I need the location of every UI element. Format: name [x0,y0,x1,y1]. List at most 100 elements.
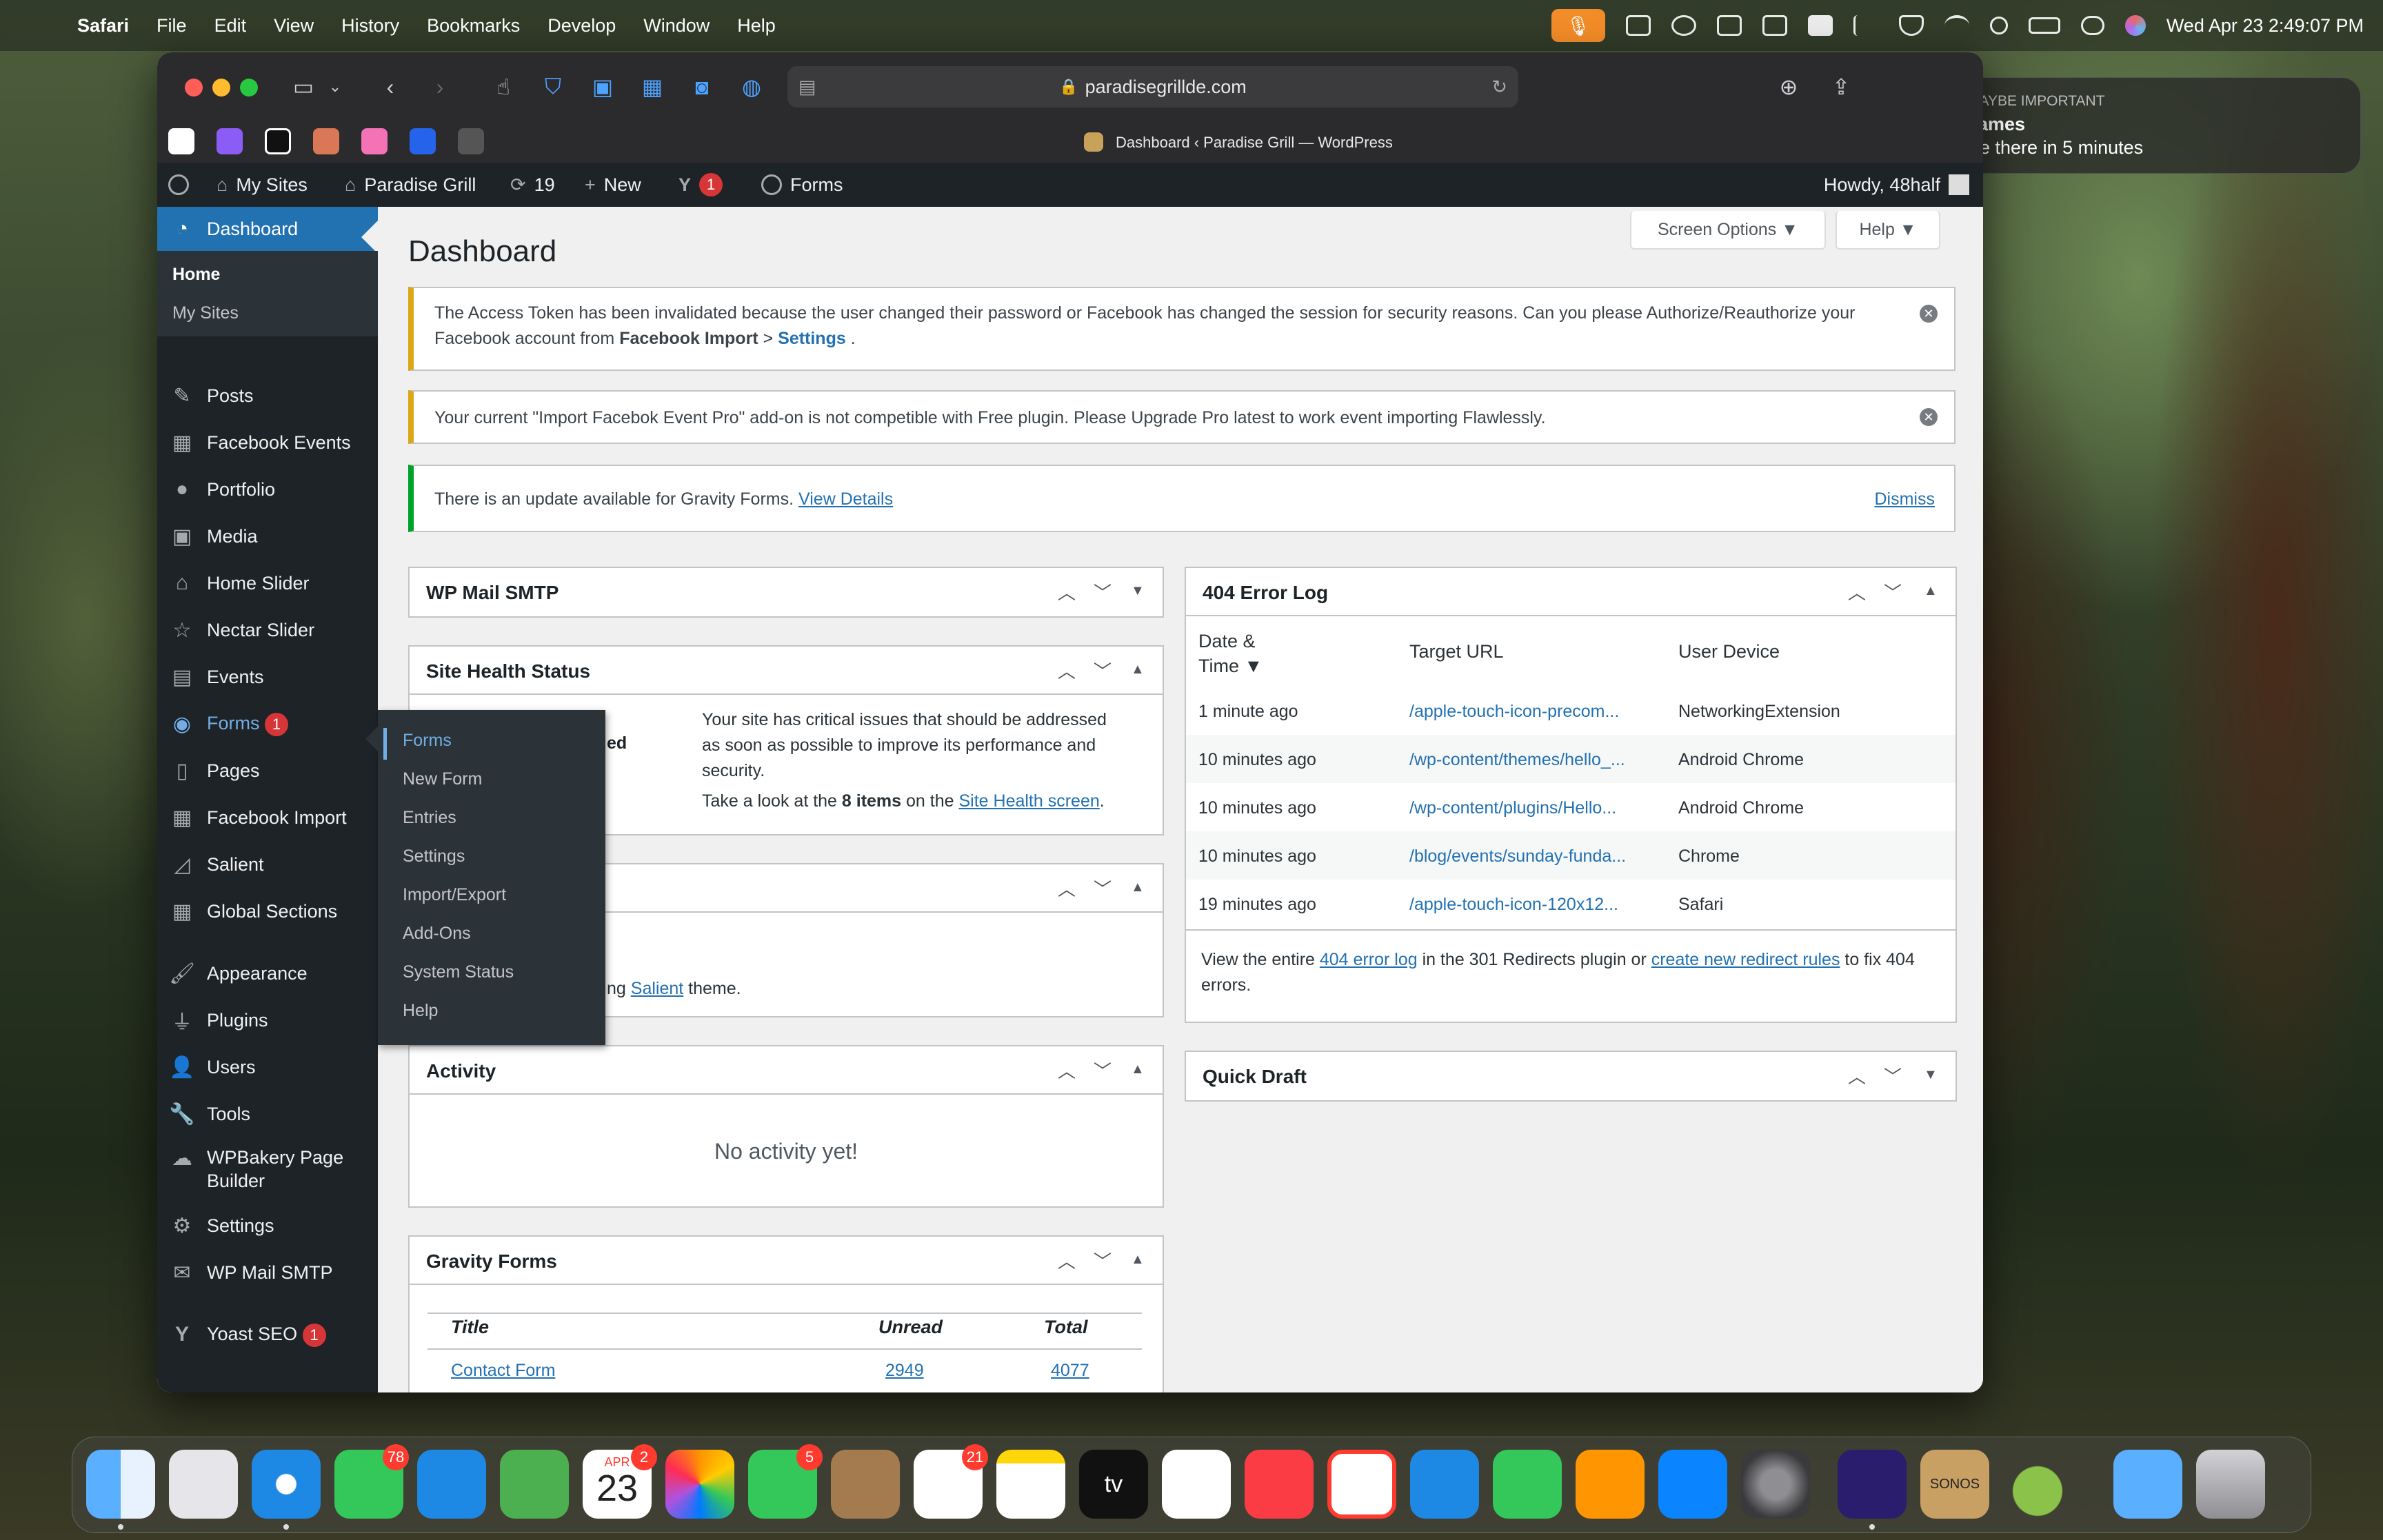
sidebar-item-wp-mail-smtp[interactable]: ✉ WP Mail SMTP [157,1250,378,1295]
keynote-icon[interactable] [1410,1450,1479,1519]
move-down-icon[interactable]: ﹀ [1094,579,1112,605]
form-title-link[interactable]: Contact Form [451,1361,555,1381]
flyout-add-ons[interactable]: Add-Ons [403,924,471,944]
apple-menu-icon[interactable] [21,7,58,44]
extension-capture-icon[interactable]: ▣ [587,73,618,101]
wp-logo-icon[interactable] [168,163,189,207]
menu-view[interactable]: View [274,15,314,37]
menu-window[interactable]: Window [643,15,710,37]
sidebar-item-posts[interactable]: ✎ Posts [157,374,378,418]
app-u-status-icon[interactable] [1807,15,1833,36]
pinned-tab-6-icon[interactable] [410,128,436,154]
contacts-icon[interactable] [831,1450,900,1519]
sidebar-item-portfolio[interactable]: ● Portfolio [157,467,378,511]
flyout-import-export[interactable]: Import/Export [403,885,506,905]
toggle-icon[interactable]: ▲ [1131,1252,1145,1268]
numbers-icon[interactable] [1493,1450,1562,1519]
submenu-home[interactable]: Home [172,265,220,285]
menu-develop[interactable]: Develop [547,15,616,37]
pinned-tab-5-icon[interactable] [361,128,388,154]
pinned-tab-1-icon[interactable] [168,128,194,154]
flyout-entries[interactable]: Entries [403,808,456,828]
extension-hand-icon[interactable]: ☝ [488,73,519,101]
sidebar-item-facebook-import[interactable]: ▦ Facebook Import [157,796,378,840]
menu-history[interactable]: History [341,15,399,37]
mail-icon[interactable] [417,1450,486,1519]
siri-icon[interactable] [2124,15,2146,36]
sidebar-item-plugins[interactable]: ⏚ Plugins [157,998,378,1042]
toggle-icon[interactable]: ▼ [1131,583,1145,599]
sidebar-item-forms[interactable]: ◉ Forms 1 [157,702,378,746]
admin-site-name[interactable]: ⌂ Paradise Grill [345,163,476,207]
sidebar-item-tools[interactable]: 🔧 Tools [157,1092,378,1136]
music-icon[interactable] [1245,1450,1314,1519]
move-down-icon[interactable]: ﹀ [1884,579,1902,605]
sidebar-item-pages[interactable]: ▯ Pages [157,749,378,793]
sidebar-item-events[interactable]: ▤ Events [157,655,378,699]
sidebar-item-yoast-seo[interactable]: Y Yoast SEO 1 [157,1313,378,1357]
shield-status-icon[interactable] [1898,15,1924,36]
flyout-new-form[interactable]: New Form [403,769,482,789]
row-url-link[interactable]: /apple-touch-icon-120x12... [1409,895,1618,915]
notes-icon[interactable] [996,1450,1065,1519]
flyout-system-status[interactable]: System Status [403,962,514,982]
calendar-icon[interactable]: APR 23 2 [583,1444,657,1519]
toggle-icon[interactable]: ▲ [1131,880,1145,895]
wifi-icon[interactable] [1944,15,1969,36]
sidebar-item-settings[interactable]: ⚙ Settings [157,1204,378,1248]
trash-icon[interactable] [2196,1450,2265,1519]
extension-globe-icon[interactable]: ◍ [736,73,767,101]
sidebar-item-home-slider[interactable]: ⌂ Home Slider [157,561,378,605]
minimize-window-button[interactable] [212,79,230,97]
sidebar-item-users[interactable]: 👤 Users [157,1045,378,1089]
move-down-icon[interactable]: ﹀ [1884,1063,1902,1088]
admin-howdy[interactable]: Howdy, 48half [1824,163,1969,207]
pinned-tab-3-icon[interactable] [265,128,291,154]
site-health-link[interactable]: Site Health screen [958,791,1099,811]
settings-link[interactable]: Settings [778,329,846,348]
view-details-link[interactable]: View Details [798,489,893,509]
pinned-tab-2-icon[interactable] [217,128,243,154]
move-up-icon[interactable]: ︿ [1848,579,1866,605]
move-up-icon[interactable]: ︿ [1058,658,1076,683]
system-settings-icon[interactable] [1741,1450,1810,1519]
sonos-icon[interactable]: SONOS [1920,1450,1989,1519]
flyout-settings[interactable]: Settings [403,847,465,867]
sidebar-item-facebook-events[interactable]: ▦ Facebook Events [157,421,378,465]
back-icon[interactable]: ‹ [375,73,405,101]
freeform-icon[interactable] [1162,1450,1231,1519]
row-url-link[interactable]: /blog/events/sunday-funda... [1409,847,1626,867]
maps-icon[interactable] [500,1450,569,1519]
page-menu-icon[interactable]: ▤ [798,77,816,98]
menu-bookmarks[interactable]: Bookmarks [427,15,520,37]
close-window-button[interactable] [185,79,203,97]
move-down-icon[interactable]: ﹀ [1094,658,1112,683]
toggle-icon[interactable]: ▲ [1924,583,1938,599]
zoom-window-button[interactable] [240,79,258,97]
row-url-link[interactable]: /apple-touch-icon-precom... [1409,702,1619,722]
downloads-folder-icon[interactable] [2113,1450,2182,1519]
extension-grid-icon[interactable]: ▦ [637,73,667,101]
flyout-help[interactable]: Help [403,1001,438,1021]
app-store-icon[interactable] [1658,1450,1727,1519]
gemini-app-icon[interactable] [1838,1450,1907,1519]
form-unread-link[interactable]: 2949 [885,1361,924,1381]
car-status-icon[interactable] [1762,15,1787,36]
sidebar-item-salient[interactable]: ◿ Salient [157,842,378,886]
reload-icon[interactable]: ↻ [1491,77,1507,98]
search-icon[interactable] [1989,17,2008,34]
flyout-forms[interactable]: Forms [403,731,452,751]
cloud-status-icon[interactable] [1671,15,1696,36]
column-header-date[interactable]: Date & Time ▼ [1198,629,1295,678]
downloads-icon[interactable]: ⊕ [1773,73,1804,101]
toggle-icon[interactable]: ▲ [1131,662,1145,678]
admin-yoast[interactable]: Y1 [678,163,723,207]
sidebar-item-global-sections[interactable]: ▦ Global Sections [157,889,378,933]
extension-screenshot-icon[interactable]: ◙ [687,73,717,101]
admin-forms[interactable]: Forms [761,163,843,207]
calendar-status-icon[interactable] [1625,15,1651,36]
menu-app-name[interactable]: Safari [77,15,129,37]
sidebar-item-media[interactable]: ▣ Media [157,514,378,558]
forward-icon[interactable]: › [425,73,455,101]
close-icon[interactable]: ✕ [1920,408,1938,426]
